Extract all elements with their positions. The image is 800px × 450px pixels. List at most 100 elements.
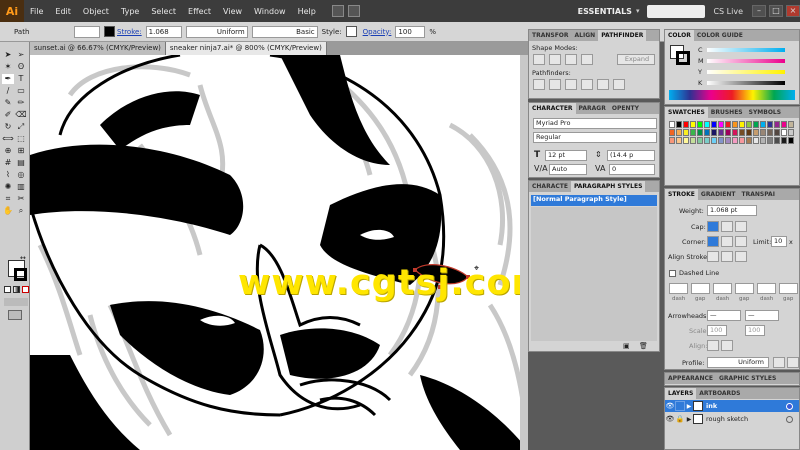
swatch[interactable] [746,137,752,144]
swatch[interactable] [711,129,717,136]
swatch[interactable] [781,129,787,136]
swatch[interactable] [683,121,689,128]
swatch[interactable] [781,137,787,144]
gap-input-2[interactable] [735,283,754,294]
swatch[interactable] [781,121,787,128]
screen-mode-icon[interactable] [8,310,22,320]
channel-c-slider[interactable] [707,48,785,52]
arrange-docs-icon[interactable] [347,5,360,17]
new-style-icon[interactable]: ▣ [623,342,630,350]
dashed-line-checkbox[interactable] [669,270,676,277]
tab-gradient[interactable]: GRADIENT [698,189,739,200]
tab-stroke[interactable]: STROKE [665,189,698,200]
chevron-down-icon[interactable]: ▾ [636,7,640,15]
swatch[interactable] [704,129,710,136]
gradient-tool-icon[interactable]: ▤ [15,158,27,168]
expand-triangle-icon[interactable]: ▶ [685,403,693,410]
swatch[interactable] [746,121,752,128]
swatch[interactable] [760,129,766,136]
swatch[interactable] [767,129,773,136]
search-input[interactable] [647,4,706,18]
gradient-mode-icon[interactable] [13,286,20,293]
arrow-tip-end-icon[interactable] [721,340,733,351]
tab-symbols[interactable]: SYMBOLS [746,107,784,118]
swatch[interactable] [774,137,780,144]
align-center-icon[interactable] [707,251,719,262]
swatch[interactable] [676,121,682,128]
pencil-icon[interactable]: ✏ [15,98,27,108]
scale-tool-icon[interactable]: ⤢ [15,122,27,132]
tab-swatches[interactable]: SWATCHES [665,107,708,118]
crop-icon[interactable] [581,79,593,90]
stroke-swatch[interactable] [14,268,27,281]
start-arrowhead-select[interactable]: — [707,310,741,321]
font-size-input[interactable]: 12 pt [545,150,587,161]
type-tool-icon[interactable]: T [15,74,27,84]
bridge-icon[interactable] [331,5,344,17]
swatch[interactable] [753,121,759,128]
pen-tool-icon[interactable]: ✒ [2,74,14,84]
menu-effect[interactable]: Effect [188,7,211,16]
swatch[interactable] [739,121,745,128]
column-graph-icon[interactable]: ▥ [15,182,27,192]
layer-name-ink[interactable]: ink [706,402,717,410]
stroke-label[interactable]: Stroke: [117,28,142,36]
tab-color-guide[interactable]: COLOR GUIDE [694,30,746,41]
exclude-icon[interactable] [581,54,593,65]
font-style-select[interactable]: Regular [533,132,657,143]
target-icon[interactable] [786,415,793,423]
dash-input-1[interactable] [669,283,688,294]
close-icon[interactable]: × [786,5,800,17]
tab-opentype[interactable]: OPENTY [609,103,642,114]
weight-input[interactable]: 1.068 pt [707,205,757,216]
menu-type[interactable]: Type [121,7,139,16]
limit-input[interactable]: 10 [771,236,787,247]
outline-icon[interactable] [597,79,609,90]
menu-file[interactable]: File [30,7,43,16]
swatch[interactable] [718,137,724,144]
menu-window[interactable]: Window [254,7,286,16]
rotate-tool-icon[interactable]: ↻ [2,122,14,132]
line-tool-icon[interactable]: ∕ [2,86,14,96]
swatch[interactable] [669,129,675,136]
stroke-color-preview[interactable] [676,51,690,65]
tab-character[interactable]: CHARACTER [529,103,576,114]
swatch[interactable] [697,137,703,144]
cs-live-button[interactable]: CS Live [713,7,743,16]
swatch[interactable] [683,137,689,144]
swatch[interactable] [725,137,731,144]
projecting-cap-icon[interactable] [735,221,747,232]
minimize-icon[interactable]: – [752,5,766,17]
blend-tool-icon[interactable]: ◎ [15,170,27,180]
brush-definition[interactable]: Basic [251,25,318,38]
swatch[interactable] [753,129,759,136]
swatch[interactable] [690,129,696,136]
tab-character-styles[interactable]: CHARACTE [529,181,571,192]
opacity-input[interactable]: 100 [395,25,426,38]
swatch[interactable] [704,137,710,144]
mesh-tool-icon[interactable]: # [2,158,14,168]
swatch[interactable] [732,121,738,128]
minus-front-icon[interactable] [549,54,561,65]
hand-tool-icon[interactable]: ✋ [2,206,14,216]
merge-icon[interactable] [565,79,577,90]
round-join-icon[interactable] [721,236,733,247]
swatch[interactable] [760,121,766,128]
swatch[interactable] [676,137,682,144]
opacity-label[interactable]: Opacity: [363,28,392,36]
swatch[interactable] [690,121,696,128]
minus-back-icon[interactable] [613,79,625,90]
channel-m-slider[interactable] [707,59,785,63]
swatch[interactable] [732,137,738,144]
flip-along-icon[interactable] [773,357,785,368]
swatch[interactable] [788,121,794,128]
rectangle-tool-icon[interactable]: ▭ [15,86,27,96]
tab-artboards[interactable]: ARTBOARDS [696,388,743,399]
workspace-switcher[interactable]: ESSENTIALS [578,7,632,16]
swatch[interactable] [704,121,710,128]
drawing-mode-icon[interactable] [4,298,28,306]
font-family-select[interactable]: Myriad Pro [533,118,657,129]
stroke-weight-input[interactable]: 1.068 [145,25,182,38]
eye-icon[interactable]: 👁 [665,402,675,410]
layer-row-ink[interactable]: 👁 ▶ ink [665,400,799,412]
